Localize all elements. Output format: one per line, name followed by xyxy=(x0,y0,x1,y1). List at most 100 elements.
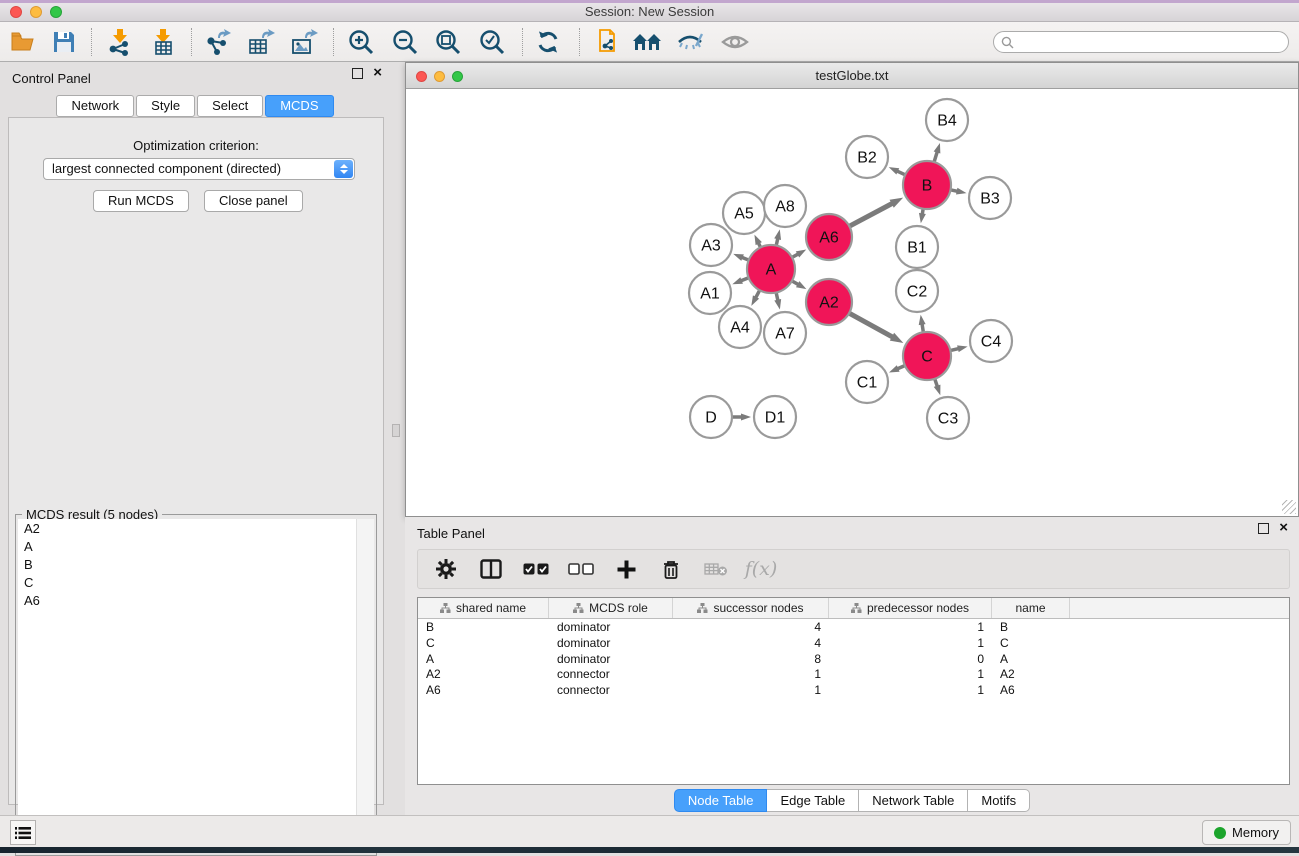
table-cell[interactable]: A xyxy=(418,651,549,667)
zoom-fit-button[interactable] xyxy=(430,26,466,58)
table-cell[interactable]: A2 xyxy=(992,666,1070,682)
mcds-result-list[interactable]: A2ABCA6 xyxy=(18,519,358,853)
criterion-select[interactable]: largest connected component (directed) xyxy=(43,158,355,180)
table-row[interactable]: Adominator80A xyxy=(418,651,1289,667)
table-cell[interactable]: 1 xyxy=(829,682,992,698)
mcds-result-item[interactable]: C xyxy=(18,574,358,592)
table-cell[interactable]: B xyxy=(418,619,549,635)
table-cell[interactable]: C xyxy=(992,635,1070,651)
table-cell[interactable]: 8 xyxy=(673,651,829,667)
window-resize-grip-icon[interactable] xyxy=(1282,500,1296,514)
table-cell[interactable]: dominator xyxy=(549,635,673,651)
close-table-panel-icon[interactable]: × xyxy=(1279,519,1288,536)
network-canvas[interactable]: ABCA2A6A1A3A4A5A7A8B1B2B3B4C1C2C3C4DD1 xyxy=(407,89,1297,515)
close-network-window-button[interactable] xyxy=(416,71,427,82)
table-cell[interactable]: 4 xyxy=(673,635,829,651)
network-window-titlebar[interactable]: testGlobe.txt xyxy=(406,63,1298,89)
col-header-mcds-role[interactable]: MCDS role xyxy=(549,598,673,618)
mcds-result-item[interactable]: A6 xyxy=(18,592,358,610)
zoom-in-button[interactable] xyxy=(343,26,379,58)
show-panels-button[interactable] xyxy=(10,820,36,845)
table-cell[interactable]: 4 xyxy=(673,619,829,635)
window-controls[interactable] xyxy=(10,6,62,18)
table-cell[interactable]: 1 xyxy=(829,619,992,635)
zoom-selected-button[interactable] xyxy=(474,26,510,58)
delete-table-button[interactable] xyxy=(702,555,730,583)
table-cell[interactable]: A6 xyxy=(992,682,1070,698)
minimize-network-window-button[interactable] xyxy=(434,71,445,82)
delete-column-button[interactable] xyxy=(657,555,685,583)
table-cell[interactable]: 1 xyxy=(673,682,829,698)
graph-edge[interactable] xyxy=(848,203,894,227)
table-cell[interactable]: 1 xyxy=(829,635,992,651)
tab-motifs[interactable]: Motifs xyxy=(968,789,1030,812)
eye-button[interactable] xyxy=(717,26,753,58)
network-window-controls[interactable] xyxy=(416,71,463,82)
zoom-network-window-button[interactable] xyxy=(452,71,463,82)
open-session-button[interactable] xyxy=(6,26,42,58)
run-mcds-button[interactable]: Run MCDS xyxy=(93,190,189,212)
tab-network[interactable]: Network xyxy=(56,95,134,117)
divider-grip[interactable] xyxy=(392,424,400,437)
table-cell[interactable]: C xyxy=(418,635,549,651)
close-panel-button[interactable]: Close panel xyxy=(204,190,303,212)
two-homes-button[interactable] xyxy=(629,26,665,58)
export-image-button[interactable] xyxy=(286,26,322,58)
table-cell[interactable]: A6 xyxy=(418,682,549,698)
table-cell[interactable]: connector xyxy=(549,666,673,682)
table-cell[interactable]: connector xyxy=(549,682,673,698)
float-table-panel-icon[interactable] xyxy=(1258,523,1269,534)
select-all-columns-button[interactable] xyxy=(522,555,550,583)
tab-edge-table[interactable]: Edge Table xyxy=(767,789,859,812)
half-eye-button[interactable] xyxy=(672,26,708,58)
close-panel-icon[interactable]: × xyxy=(373,64,382,81)
table-cell[interactable]: dominator xyxy=(549,619,673,635)
tab-style[interactable]: Style xyxy=(136,95,195,117)
table-cell[interactable]: A xyxy=(992,651,1070,667)
col-header-shared-name[interactable]: shared name xyxy=(418,598,549,618)
table-cell[interactable]: dominator xyxy=(549,651,673,667)
search-input[interactable] xyxy=(1018,33,1288,51)
import-network-button[interactable] xyxy=(102,26,138,58)
col-header-predecessor-nodes[interactable]: predecessor nodes xyxy=(829,598,992,618)
col-header-successor-nodes[interactable]: successor nodes xyxy=(673,598,829,618)
search-field[interactable] xyxy=(993,31,1289,53)
mcds-result-item[interactable]: B xyxy=(18,555,358,573)
close-window-button[interactable] xyxy=(10,6,22,18)
float-panel-icon[interactable] xyxy=(352,68,363,79)
table-cell[interactable]: 0 xyxy=(829,651,992,667)
column-view-button[interactable] xyxy=(477,555,505,583)
node-table[interactable]: shared name MCDS role successor nodes pr… xyxy=(417,597,1290,785)
table-row[interactable]: Cdominator41C xyxy=(418,635,1289,651)
tab-network-table[interactable]: Network Table xyxy=(859,789,968,812)
panel-divider-vertical[interactable] xyxy=(390,62,405,810)
table-row[interactable]: Bdominator41B xyxy=(418,619,1289,635)
table-cell[interactable]: 1 xyxy=(673,666,829,682)
minimize-window-button[interactable] xyxy=(30,6,42,18)
mcds-result-item[interactable]: A xyxy=(18,537,358,555)
zoom-out-button[interactable] xyxy=(387,26,423,58)
tab-mcds[interactable]: MCDS xyxy=(265,95,333,117)
memory-button[interactable]: Memory xyxy=(1202,820,1291,845)
save-session-button[interactable] xyxy=(46,26,82,58)
result-list-scrollbar[interactable] xyxy=(356,519,374,853)
table-cell[interactable]: 1 xyxy=(829,666,992,682)
zoom-window-button[interactable] xyxy=(50,6,62,18)
col-header-name[interactable]: name xyxy=(992,598,1070,618)
table-row[interactable]: A2connector11A2 xyxy=(418,666,1289,682)
table-row[interactable]: A6connector11A6 xyxy=(418,682,1289,698)
graph-edge[interactable] xyxy=(847,312,893,338)
export-table-button[interactable] xyxy=(243,26,279,58)
add-column-button[interactable] xyxy=(612,555,640,583)
mcds-result-item[interactable]: A2 xyxy=(18,519,358,537)
tab-select[interactable]: Select xyxy=(197,95,263,117)
function-builder-button[interactable]: f(x) xyxy=(747,555,775,583)
table-settings-button[interactable] xyxy=(432,555,460,583)
table-cell[interactable]: B xyxy=(992,619,1070,635)
deselect-all-columns-button[interactable] xyxy=(567,555,595,583)
export-network-button[interactable] xyxy=(200,26,236,58)
tab-node-table[interactable]: Node Table xyxy=(674,789,768,812)
refresh-button[interactable] xyxy=(530,26,566,58)
table-cell[interactable]: A2 xyxy=(418,666,549,682)
import-table-button[interactable] xyxy=(145,26,181,58)
